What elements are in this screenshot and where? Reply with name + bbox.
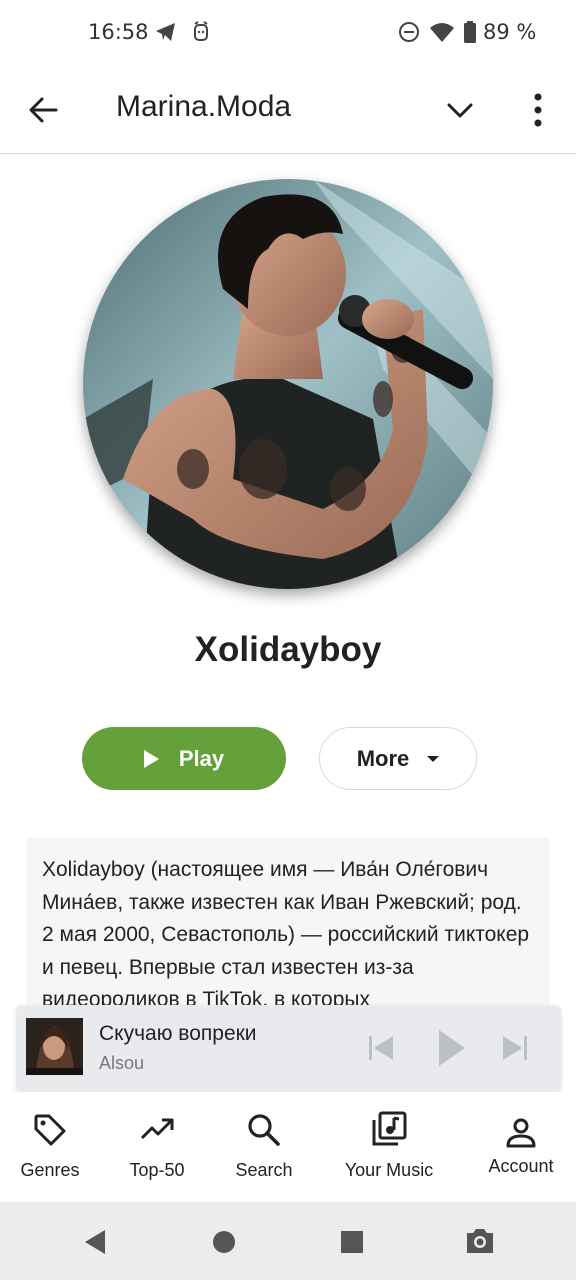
nav-label-top50: Top-50 [129,1160,185,1180]
back-arrow-icon [29,97,58,123]
play-button[interactable]: Play [82,727,286,790]
battery-icon [464,21,476,43]
play-button-label: Play [178,745,225,771]
app-title: Marina.Moda [116,90,292,123]
nav-item-your-music[interactable]: Your Music [334,1092,444,1202]
nav-item-account[interactable]: Account [480,1092,562,1202]
nav-home-icon[interactable] [212,1230,236,1254]
nav-item-top50[interactable]: Top-50 [114,1092,200,1202]
nav-recents-icon[interactable] [340,1230,364,1254]
battery-percent: 89 % [483,20,537,44]
nav-item-search[interactable]: Search [222,1092,306,1202]
track-artist: Alsou [99,1053,145,1073]
artist-photo [83,179,493,589]
now-playing-bar[interactable]: Скучаю вопреки Alsou [16,1005,561,1091]
dnd-icon [399,22,419,42]
more-button-label: More [356,745,410,771]
skip-next-icon[interactable] [500,1030,530,1066]
collapse-button[interactable] [440,90,480,130]
person-icon [506,1118,536,1148]
artist-bio[interactable]: Xolidayboy (настоящее имя — Ива́н Оле́го… [26,838,550,1008]
wifi-icon [430,23,454,42]
chevron-down-icon [447,103,473,118]
nav-label-genres: Genres [20,1160,80,1180]
more-button[interactable]: More [319,727,477,790]
dropdown-arrow-icon [427,755,440,762]
play-icon[interactable] [436,1027,468,1069]
album-cover [26,1018,83,1075]
skip-previous-icon[interactable] [366,1030,396,1066]
alarm-icon [194,21,208,41]
music-library-icon [372,1111,407,1146]
bio-text: Xolidayboy (настоящее имя — Ива́н Оле́го… [42,858,530,1008]
nav-item-genres[interactable]: Genres [8,1092,92,1202]
nav-back-icon[interactable] [82,1228,108,1256]
play-icon [143,749,159,768]
nav-label-account: Account [488,1156,554,1176]
overflow-menu-button[interactable] [522,88,554,132]
artist-name: Xolidayboy [194,630,382,669]
trending-up-icon [140,1118,174,1140]
nav-label-search: Search [235,1160,293,1180]
system-navigation-bar [0,1202,576,1280]
more-vert-icon [534,93,542,127]
status-time: 16:58 [88,20,149,44]
screenshot-icon[interactable] [464,1226,496,1256]
tag-icon [34,1114,66,1146]
back-button[interactable] [24,90,64,130]
track-title: Скучаю вопреки [99,1022,257,1045]
search-icon [248,1114,280,1146]
telegram-icon [156,23,175,41]
app-bar: Marina.Moda [0,66,576,154]
status-bar: 16:58 89 % [0,0,576,66]
nav-label-your-music: Your Music [344,1160,434,1180]
bottom-navigation: Genres Top-50 Search Your Music Account [0,1092,576,1202]
